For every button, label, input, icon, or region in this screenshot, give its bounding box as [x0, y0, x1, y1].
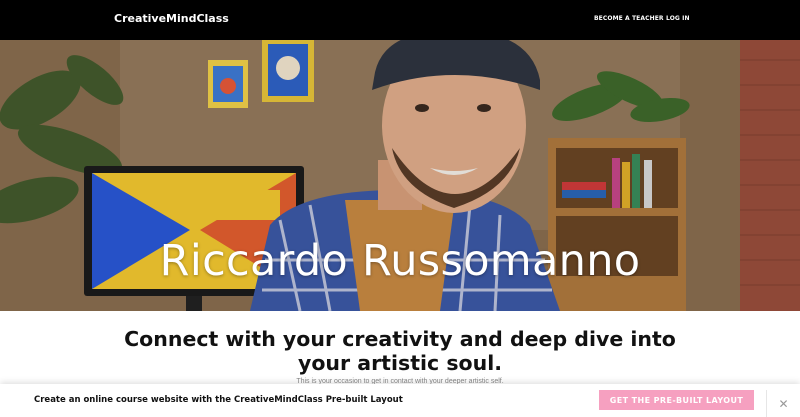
promo-bar: Create an online course website with the… [0, 384, 800, 417]
main-headline: Connect with your creativity and deep di… [124, 327, 676, 375]
site-header: CreativeMindClass BECOME A TEACHER LOG I… [0, 0, 800, 40]
promo-text: Create an online course website with the… [34, 395, 403, 405]
brand-logo[interactable]: CreativeMindClass [114, 12, 229, 25]
get-prebuilt-layout-button[interactable]: GET THE PRE-BUILT LAYOUT [599, 390, 754, 410]
login-link[interactable]: LOG IN [666, 15, 690, 22]
hero-title: Riccardo Russomanno [159, 236, 641, 286]
close-icon[interactable]: ✕ [766, 390, 800, 417]
become-teacher-link[interactable]: BECOME A TEACHER [594, 15, 664, 22]
hero-banner: Riccardo Russomanno [0, 40, 800, 311]
